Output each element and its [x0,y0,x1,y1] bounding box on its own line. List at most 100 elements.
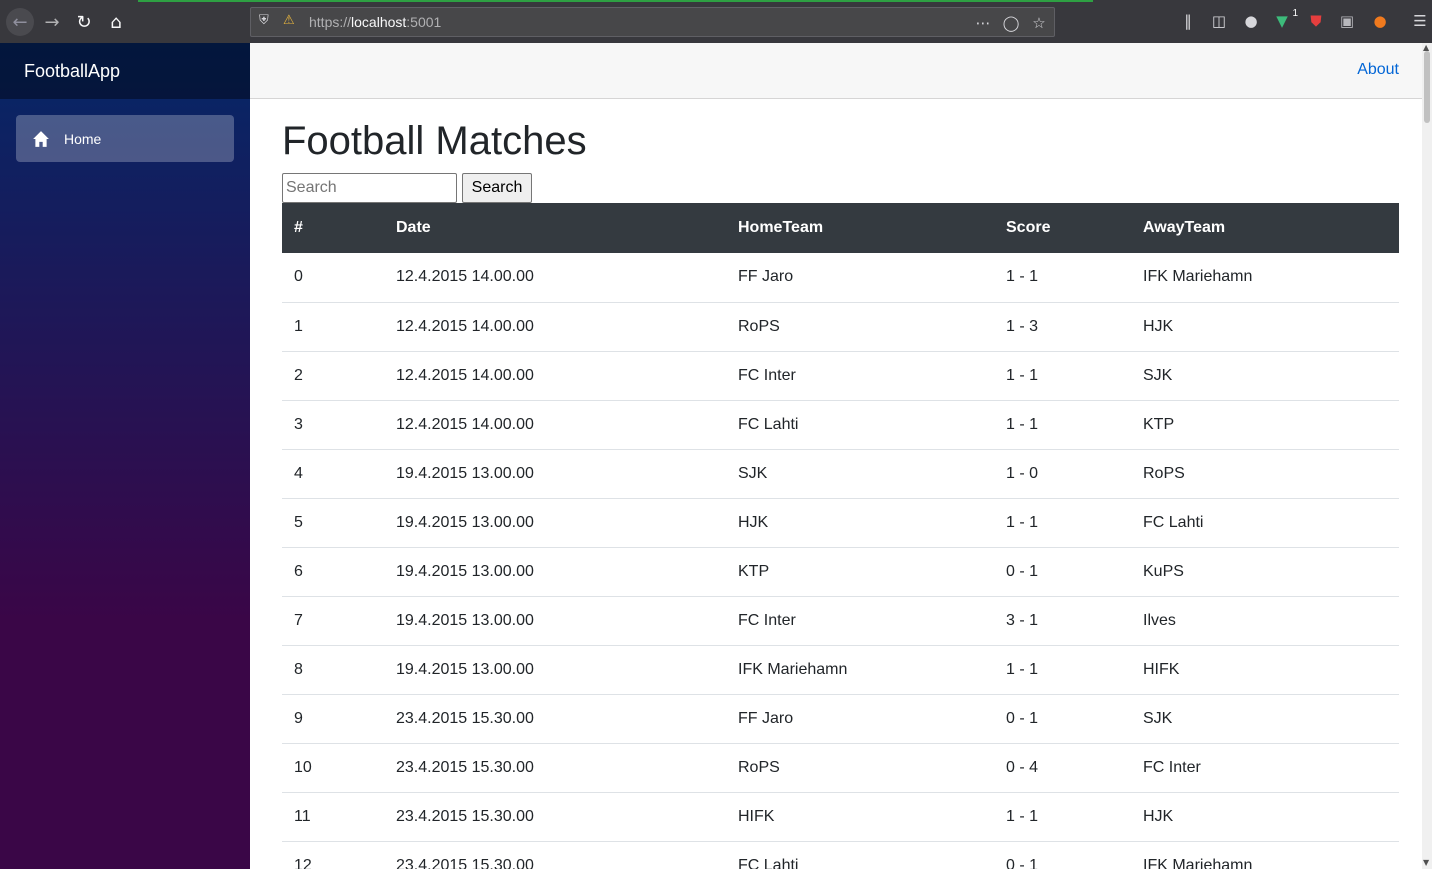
cell-away-team: HIFK [1131,645,1399,695]
menu-icon[interactable]: ☰ [1410,11,1430,31]
table-row: 7 19.4.2015 13.00.00 FC Inter 3 - 1 Ilves [282,596,1399,646]
cell-score: 1 - 1 [994,792,1131,842]
cell-score: 0 - 4 [994,743,1131,793]
cell-away-team: KuPS [1131,547,1399,597]
table-row: 10 23.4.2015 15.30.00 RoPS 0 - 4 FC Inter [282,743,1399,793]
search-button[interactable]: Search [462,173,532,203]
cell-index: 3 [282,400,384,450]
shield-icon[interactable]: ⛨ [259,13,273,31]
reload-icon[interactable]: ↻ [70,8,98,36]
scrollbar-thumb[interactable] [1424,51,1430,123]
url-text[interactable]: https://localhost:5001 [309,14,441,30]
brand-link[interactable]: FootballApp [0,43,250,99]
forward-arrow-icon[interactable]: → [38,8,66,36]
cell-date: 12.4.2015 14.00.00 [384,351,726,401]
cell-away-team: SJK [1131,351,1399,401]
page-title: Football Matches [282,119,587,163]
duckduckgo-icon[interactable]: ● [1370,11,1390,31]
cell-home-team: FF Jaro [726,253,994,303]
cell-score: 0 - 1 [994,547,1131,597]
cell-away-team: IFK Mariehamn [1131,841,1399,869]
cell-index: 10 [282,743,384,793]
cell-index: 1 [282,302,384,352]
cell-score: 1 - 1 [994,645,1131,695]
sidebar-item-home[interactable]: Home [16,115,234,162]
extension-shield-icon[interactable]: ⛊ [1306,11,1326,31]
cell-index: 5 [282,498,384,548]
cell-date: 12.4.2015 14.00.00 [384,253,726,303]
sidebar-toggle-icon[interactable]: ◫ [1209,11,1229,31]
cell-index: 2 [282,351,384,401]
cell-home-team: RoPS [726,302,994,352]
table-row: 2 12.4.2015 14.00.00 FC Inter 1 - 1 SJK [282,351,1399,401]
back-arrow-icon[interactable]: ← [6,8,34,36]
cell-date: 19.4.2015 13.00.00 [384,498,726,548]
cell-date: 19.4.2015 13.00.00 [384,596,726,646]
cell-home-team: FC Lahti [726,400,994,450]
cell-date: 19.4.2015 13.00.00 [384,449,726,499]
column-header-date: Date [396,219,431,236]
page-scrollbar[interactable]: ▲ ▼ [1422,43,1432,869]
cell-home-team: HIFK [726,792,994,842]
cell-date: 23.4.2015 15.30.00 [384,841,726,869]
cell-index: 7 [282,596,384,646]
cell-score: 1 - 3 [994,302,1131,352]
extension-badge: 1 [1292,8,1298,19]
more-actions-icon[interactable]: ⋯ [973,13,993,33]
column-header-away-team: AwayTeam [1143,219,1226,236]
cell-score: 0 - 1 [994,694,1131,744]
home-icon[interactable]: ⌂ [102,8,130,36]
cell-away-team: HJK [1131,302,1399,352]
lock-icon[interactable]: ⚠ [283,13,299,31]
cell-away-team: FC Lahti [1131,498,1399,548]
cell-home-team: IFK Mariehamn [726,645,994,695]
cell-score: 3 - 1 [994,596,1131,646]
cell-index: 11 [282,792,384,842]
top-row: About [250,43,1422,99]
table-row: 12 23.4.2015 15.30.00 FC Lahti 0 - 1 IFK Mar… [282,841,1399,869]
cell-date: 19.4.2015 13.00.00 [384,645,726,695]
library-icon[interactable]: ‖ [1178,11,1198,31]
scroll-down-icon[interactable]: ▼ [1423,858,1429,867]
browser-toolbar: ← → ↻ ⌂ ⛨ ⚠ https://localhost:5001 ⋯ ◯ ☆… [0,0,1432,43]
cell-index: 4 [282,449,384,499]
table-row: 5 19.4.2015 13.00.00 HJK 1 - 1 FC Lahti [282,498,1399,548]
address-bar[interactable]: ⛨ ⚠ https://localhost:5001 ⋯ ◯ ☆ [250,7,1055,37]
sidebar: FootballApp Home [0,43,250,869]
column-header-home-team: HomeTeam [738,219,824,236]
matches-table: # Date HomeTeam Score AwayTeam 0 12.4.201… [282,203,1399,869]
cell-away-team: KTP [1131,400,1399,450]
cell-date: 19.4.2015 13.00.00 [384,547,726,597]
cell-date: 23.4.2015 15.30.00 [384,792,726,842]
cell-home-team: FC Inter [726,351,994,401]
pocket-icon[interactable]: ◯ [1001,13,1021,33]
cell-away-team: IFK Mariehamn [1131,253,1399,303]
cell-home-team: FF Jaro [726,694,994,744]
search-input[interactable] [282,173,457,203]
cell-away-team: HJK [1131,792,1399,842]
table-header-row: # Date HomeTeam Score AwayTeam [282,203,1399,253]
about-link[interactable]: About [1357,61,1399,79]
cell-index: 12 [282,841,384,869]
main-content: Football Matches Search # Date HomeTeam … [282,99,1399,869]
cell-away-team: Ilves [1131,596,1399,646]
cell-away-team: RoPS [1131,449,1399,499]
cell-away-team: FC Inter [1131,743,1399,793]
cell-score: 1 - 1 [994,400,1131,450]
cell-index: 9 [282,694,384,744]
table-row: 1 12.4.2015 14.00.00 RoPS 1 - 3 HJK [282,302,1399,352]
bookmark-star-icon[interactable]: ☆ [1029,13,1049,33]
cell-home-team: RoPS [726,743,994,793]
extension-gray-icon[interactable]: ▣ [1337,11,1357,31]
cell-score: 1 - 0 [994,449,1131,499]
account-icon[interactable]: ● [1241,11,1261,31]
extension-green-icon[interactable]: ▼ 1 [1272,8,1298,31]
cell-score: 1 - 1 [994,351,1131,401]
table-row: 4 19.4.2015 13.00.00 SJK 1 - 0 RoPS [282,449,1399,499]
page-load-indicator [138,0,1093,2]
cell-home-team: KTP [726,547,994,597]
cell-date: 12.4.2015 14.00.00 [384,302,726,352]
cell-date: 12.4.2015 14.00.00 [384,400,726,450]
table-row: 8 19.4.2015 13.00.00 IFK Mariehamn 1 - 1 HIF… [282,645,1399,695]
cell-score: 1 - 1 [994,253,1131,303]
